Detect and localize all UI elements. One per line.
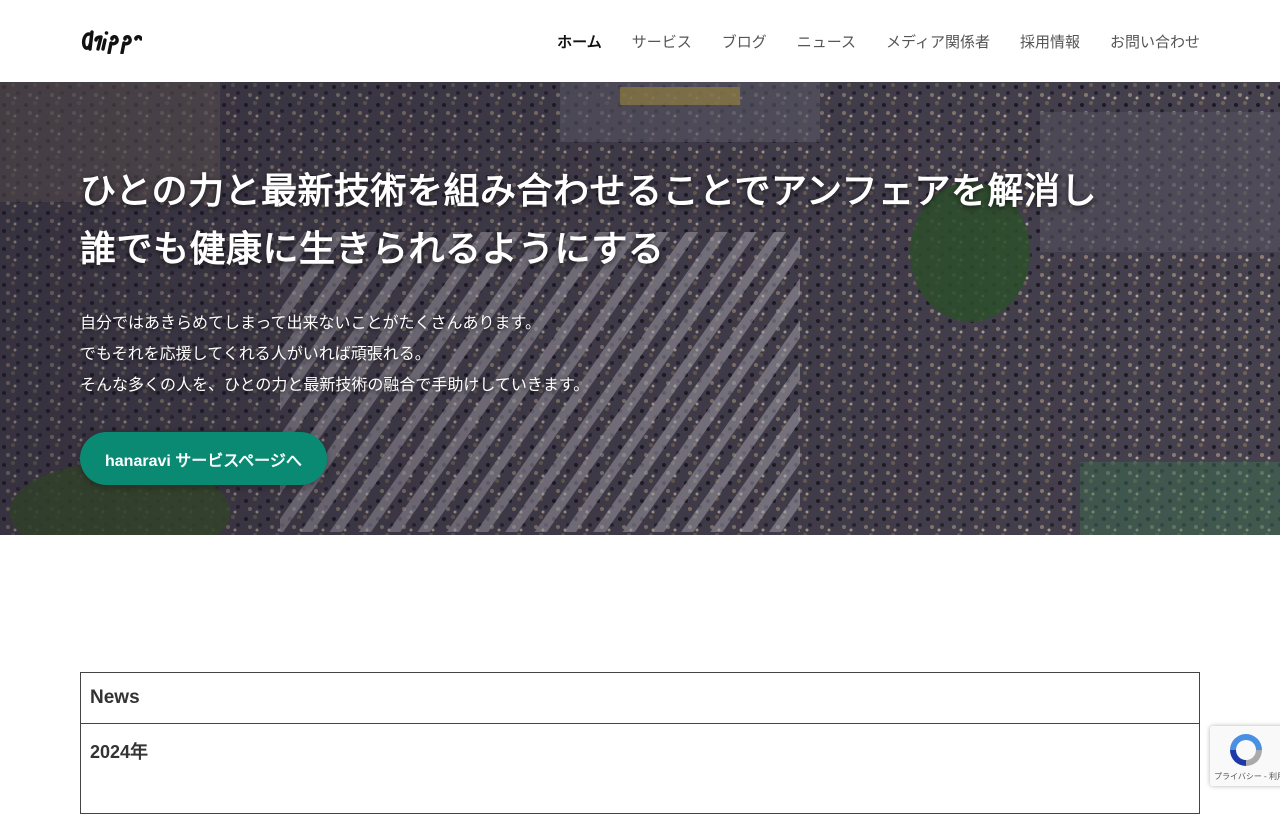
hero-section: ひとの力と最新技術を組み合わせることでアンフェアを解消し 誰でも健康に生きられる… <box>0 82 1280 535</box>
nav-news[interactable]: ニュース <box>797 31 856 52</box>
hero-title: ひとの力と最新技術を組み合わせることでアンフェアを解消し 誰でも健康に生きられる… <box>80 162 1180 278</box>
nav-blog[interactable]: ブログ <box>722 31 767 52</box>
dripp-logo[interactable] <box>80 28 142 54</box>
news-year: 2024年 <box>90 742 149 762</box>
site-header: ホーム サービス ブログ ニュース メディア関係者 採用情報 お問い合わせ <box>0 0 1280 82</box>
nav-home[interactable]: ホーム <box>557 31 602 52</box>
nav-media[interactable]: メディア関係者 <box>886 31 990 52</box>
hero-text-line: 自分ではあきらめてしまって出来ないことがたくさんあります。 <box>80 313 541 332</box>
hero-text-line: でもそれを応援してくれる人がいれば頑張れる。 <box>80 344 431 363</box>
news-heading: News <box>81 673 1199 724</box>
hero-title-line: ひとの力と最新技術を組み合わせることでアンフェアを解消し <box>80 170 1097 212</box>
recaptcha-icon <box>1230 734 1262 766</box>
hero-title-line: 誰でも健康に生きられるようにする <box>80 228 665 270</box>
recaptcha-badge[interactable]: プライバシー - 利用規約 <box>1210 726 1280 786</box>
nav-contact[interactable]: お問い合わせ <box>1110 31 1200 52</box>
main-nav: ホーム サービス ブログ ニュース メディア関係者 採用情報 お問い合わせ <box>527 0 1200 82</box>
hero-text-line: そんな多くの人を、ひとの力と最新技術の融合で手助けしていきます。 <box>80 375 590 394</box>
hero-description: 自分ではあきらめてしまって出来ないことがたくさんあります。 でもそれを応援してく… <box>80 307 880 400</box>
nav-service[interactable]: サービス <box>632 31 692 52</box>
nav-recruit[interactable]: 採用情報 <box>1020 31 1080 52</box>
recaptcha-terms-link[interactable]: プライバシー - 利用規約 <box>1214 771 1280 782</box>
news-section: News 2024年 <box>80 672 1200 814</box>
hanaravi-service-button[interactable]: hanaravi サービスページへ <box>80 432 327 485</box>
